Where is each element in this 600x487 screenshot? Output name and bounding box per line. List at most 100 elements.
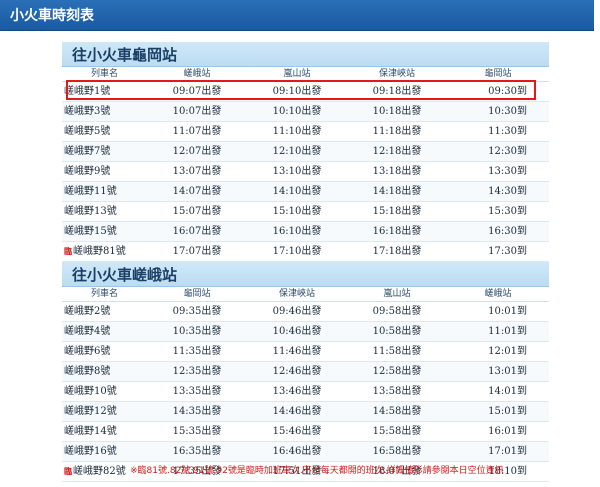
time-cell: 11:01到	[488, 326, 527, 337]
time-cell: 09:10出發	[272, 86, 322, 97]
table-row: 嵯峨野9號 13:07出發 13:10出發 13:18出發 13:30到	[62, 162, 549, 182]
time-cell: 15:46出發	[272, 426, 322, 437]
time-cell: 13:18出發	[372, 166, 422, 177]
time-cell: 12:30到	[488, 146, 527, 157]
time-cell: 10:35出發	[172, 326, 222, 337]
train-name-text: 嵯峨野2號	[64, 306, 111, 317]
train-name-text: 嵯峨野16號	[64, 446, 117, 457]
train-name: 嵯峨野13號	[62, 202, 147, 221]
col-station: 保津峽站	[378, 69, 415, 79]
rows-saga: 嵯峨野2號 09:35出發 09:46出發 09:58出發 10:01到 嵯峨野4號 10:…	[62, 302, 549, 482]
time-cell: 14:46出發	[272, 406, 322, 417]
col-train-name: 列車名	[90, 289, 118, 299]
time-cell: 14:07出發	[172, 186, 222, 197]
time-cell: 16:07出發	[172, 226, 222, 237]
train-name: 嵯峨野14號	[62, 422, 147, 441]
time-cell: 12:10出發	[272, 146, 322, 157]
table-row: 嵯峨野6號 11:35出發 11:46出發 11:58出發 12:01到	[62, 342, 549, 362]
train-name-text: 嵯峨野10號	[64, 386, 117, 397]
train-name-text: 嵯峨野9號	[64, 166, 111, 177]
table-row: 嵯峨野10號 13:35出發 13:46出發 13:58出發 14:01到	[62, 382, 549, 402]
time-cell: 15:07出發	[172, 206, 222, 217]
train-name-text: 嵯峨野5號	[64, 126, 111, 137]
extra-train-badge: 臨	[64, 246, 72, 256]
table-row: 嵯峨野13號 15:07出發 15:10出發 15:18出發 15:30到	[62, 202, 549, 222]
footnote: ※臨81號.82號.91號.92號是臨時加班車次.不是每天都開的班次.詳細情形請…	[130, 466, 504, 476]
table-row: 嵯峨野5號 11:07出發 11:10出發 11:18出發 11:30到	[62, 122, 549, 142]
train-name: 嵯峨野1號	[62, 82, 147, 101]
train-name-text: 嵯峨野81號	[73, 246, 126, 257]
time-cell: 10:07出發	[172, 106, 222, 117]
train-name: 嵯峨野5號	[62, 122, 147, 141]
time-cell: 13:10出發	[272, 166, 322, 177]
time-cell: 10:58出發	[372, 326, 422, 337]
train-name-text: 嵯峨野6號	[64, 346, 111, 357]
time-cell: 14:35出發	[172, 406, 222, 417]
time-cell: 10:01到	[488, 306, 527, 317]
train-name: 嵯峨野7號	[62, 142, 147, 161]
train-name-text: 嵯峨野4號	[64, 326, 111, 337]
time-cell: 12:18出發	[372, 146, 422, 157]
table-row: 嵯峨野14號 15:35出發 15:46出發 15:58出發 16:01到	[62, 422, 549, 442]
time-cell: 12:01到	[488, 346, 527, 357]
extra-train-badge: 臨	[64, 466, 72, 476]
train-name: 嵯峨野2號	[62, 302, 147, 321]
col-station: 嵯峨站	[183, 69, 211, 79]
time-cell: 10:46出發	[272, 326, 322, 337]
train-name: 嵯峨野11號	[62, 182, 147, 201]
time-cell: 15:58出發	[372, 426, 422, 437]
train-name: 嵯峨野3號	[62, 102, 147, 121]
train-name-text: 嵯峨野82號	[73, 466, 126, 477]
time-cell: 09:35出發	[172, 306, 222, 317]
time-cell: 15:01到	[488, 406, 527, 417]
time-cell: 13:30到	[488, 166, 527, 177]
train-name: 嵯峨野8號	[62, 362, 147, 381]
page-title: 小火車時刻表	[10, 8, 94, 24]
train-name-text: 嵯峨野11號	[64, 186, 117, 197]
train-name: 嵯峨野16號	[62, 442, 147, 461]
time-cell: 16:18出發	[372, 226, 422, 237]
time-cell: 13:58出發	[372, 386, 422, 397]
table-row: 嵯峨野3號 10:07出發 10:10出發 10:18出發 10:30到	[62, 102, 549, 122]
time-cell: 11:58出發	[372, 346, 422, 357]
table-row: 臨嵯峨野81號 17:07出發 17:10出發 17:18出發 17:30到	[62, 242, 549, 262]
column-headers: 列車名 龜岡站 保津峽站 嵐山站 嵯峨站	[62, 287, 549, 302]
table-row: 嵯峨野8號 12:35出發 12:46出發 12:58出發 13:01到	[62, 362, 549, 382]
time-cell: 16:46出發	[272, 446, 322, 457]
train-name: 嵯峨野12號	[62, 402, 147, 421]
time-cell: 16:30到	[488, 226, 527, 237]
time-cell: 12:07出發	[172, 146, 222, 157]
time-cell: 11:35出發	[172, 346, 222, 357]
time-cell: 10:10出發	[272, 106, 322, 117]
train-name: 嵯峨野15號	[62, 222, 147, 241]
train-name-text: 嵯峨野7號	[64, 146, 111, 157]
time-cell: 09:07出發	[172, 86, 222, 97]
time-cell: 13:01到	[488, 366, 527, 377]
time-cell: 13:46出發	[272, 386, 322, 397]
timetable-saga: 往小火車嵯峨站 列車名 龜岡站 保津峽站 嵐山站 嵯峨站 嵯峨野2號 09:35出…	[62, 262, 549, 482]
time-cell: 15:10出發	[272, 206, 322, 217]
time-cell: 17:01到	[488, 446, 527, 457]
train-name: 嵯峨野6號	[62, 342, 147, 361]
train-name: 嵯峨野4號	[62, 322, 147, 341]
col-station: 龜岡站	[484, 69, 512, 79]
col-train-name: 列車名	[90, 69, 118, 79]
time-cell: 14:01到	[488, 386, 527, 397]
train-name: 嵯峨野10號	[62, 382, 147, 401]
time-cell: 16:10出發	[272, 226, 322, 237]
col-station: 保津峽站	[278, 289, 315, 299]
time-cell: 14:58出發	[372, 406, 422, 417]
col-station: 嵯峨站	[484, 289, 512, 299]
table-row: 嵯峨野1號 09:07出發 09:10出發 09:18出發 09:30到	[62, 82, 549, 102]
time-cell: 11:18出發	[372, 126, 422, 137]
time-cell: 09:18出發	[372, 86, 422, 97]
time-cell: 14:10出發	[272, 186, 322, 197]
rows-kameoka: 嵯峨野1號 09:07出發 09:10出發 09:18出發 09:30到 嵯峨野3號 10:…	[62, 82, 549, 262]
table-row: 嵯峨野11號 14:07出發 14:10出發 14:18出發 14:30到	[62, 182, 549, 202]
time-cell: 16:35出發	[172, 446, 222, 457]
train-name: 嵯峨野9號	[62, 162, 147, 181]
table-row: 嵯峨野15號 16:07出發 16:10出發 16:18出發 16:30到	[62, 222, 549, 242]
time-cell: 15:35出發	[172, 426, 222, 437]
time-cell: 16:01到	[488, 426, 527, 437]
table-row: 嵯峨野7號 12:07出發 12:10出發 12:18出發 12:30到	[62, 142, 549, 162]
